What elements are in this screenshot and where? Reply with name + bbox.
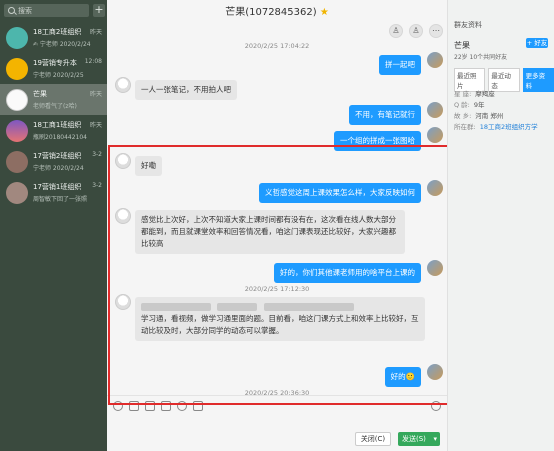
- avatar: [427, 127, 443, 143]
- message-bubble-right: 不用，有笔记就行: [349, 105, 421, 125]
- group-link[interactable]: 18工商2班组织方学: [480, 123, 538, 131]
- conversation-preview: 瓶刷20180442104: [33, 134, 87, 141]
- conversation-item[interactable]: 19营销专升本 12:08 宁老师 2020/2/25: [0, 53, 107, 84]
- conversation-item[interactable]: 18工商2班组织 昨天 ✍ 宁老师 2020/2/24: [0, 22, 107, 53]
- tab-more-info[interactable]: 更多资料: [522, 68, 554, 92]
- search-icon: [8, 7, 15, 14]
- conversation-item[interactable]: 18工商1班组织 昨天 瓶刷20180442104: [0, 115, 107, 146]
- conversation-preview: ✍ 宁老师 2020/2/24: [33, 41, 91, 48]
- avatar: [427, 102, 443, 118]
- chat-toolbar: ♙ ♙ ⋯: [389, 24, 443, 38]
- avatar: [6, 27, 28, 49]
- profile-row: Q 龄: 9年: [454, 101, 485, 109]
- conversation-sidebar: 搜索 + 18工商2班组织 昨天 ✍ 宁老师 2020/2/24 19营销专升本…: [0, 0, 107, 451]
- chat-title: 芒果(1072845362) ★: [107, 0, 447, 18]
- conversation-preview: 老师看气了(z哈): [33, 103, 77, 110]
- profile-subtitle: 22岁 10个共同好友: [454, 54, 508, 61]
- conversation-name: 17营销1班组织: [33, 183, 82, 191]
- avatar: [6, 58, 28, 80]
- avatar: [6, 182, 28, 204]
- conversation-name: 18工商2班组织: [33, 28, 82, 36]
- conversation-name: 17营销2班组织: [33, 152, 82, 160]
- avatar: [6, 89, 28, 111]
- conversation-time: 昨天: [89, 29, 102, 36]
- conversation-preview: 周智敏下回了一张照: [33, 196, 88, 203]
- conversation-name: 19营销专升本: [33, 59, 77, 67]
- timestamp: 2020/2/25 17:04:22: [244, 42, 310, 50]
- conversation-preview: 宁老师 2020/2/24: [33, 165, 84, 172]
- chevron-down-icon[interactable]: ▾: [433, 432, 437, 446]
- profile-row: 星 座: 摩羯座: [454, 90, 495, 98]
- send-label: 发送(S): [402, 435, 426, 443]
- conversation-time: 12:08: [84, 58, 102, 65]
- conversation-item-active[interactable]: 芒果 昨天 老师看气了(z哈): [0, 84, 107, 115]
- profile-row: 所在群: 18工商2班组织方学: [454, 123, 538, 131]
- more-icon[interactable]: ⋯: [429, 24, 443, 38]
- conversation-time: 昨天: [89, 91, 102, 98]
- message-bubble-left: 一人一张笔记，不用拍人吧: [135, 80, 237, 100]
- star-icon: ★: [319, 7, 329, 18]
- search-placeholder: 搜索: [18, 6, 32, 15]
- profile-title: 群友资料: [454, 21, 482, 29]
- avatar: [115, 77, 131, 93]
- conversation-preview: 宁老师 2020/2/25: [33, 72, 84, 79]
- conversation-item[interactable]: 17营销1班组织 3-2 周智敏下回了一张照: [0, 177, 107, 208]
- profile-name: 芒果: [454, 41, 470, 50]
- avatar: [6, 151, 28, 173]
- avatar: [6, 120, 28, 142]
- close-button[interactable]: 关闭(C): [355, 432, 391, 446]
- conversation-name: 18工商1班组织: [33, 121, 82, 129]
- add-group-icon[interactable]: ♙: [409, 24, 423, 38]
- conversation-name: 芒果: [33, 90, 47, 98]
- profile-panel: 群友资料 芒果 + 好友 22岁 10个共同好友 最近照片 最近动态 更多资料 …: [447, 0, 554, 451]
- add-user-icon[interactable]: ♙: [389, 24, 403, 38]
- conversation-time: 3-2: [92, 182, 102, 189]
- conversation-item[interactable]: 17营销2班组织 3-2 宁老师 2020/2/24: [0, 146, 107, 177]
- add-button[interactable]: +: [93, 4, 105, 17]
- highlight-box: [108, 145, 450, 405]
- send-button[interactable]: 发送(S) ▾: [398, 432, 440, 446]
- profile-row: 故 乡: 河南 郑州: [454, 112, 504, 120]
- add-friend-button[interactable]: + 好友: [526, 38, 548, 48]
- search-input[interactable]: 搜索: [4, 4, 89, 17]
- avatar: [427, 52, 443, 68]
- chat-title-text: 芒果(1072845362): [225, 7, 317, 18]
- conversation-time: 3-2: [92, 151, 102, 158]
- message-bubble-right: 拼一起吧: [379, 55, 421, 75]
- conversation-time: 昨天: [89, 122, 102, 129]
